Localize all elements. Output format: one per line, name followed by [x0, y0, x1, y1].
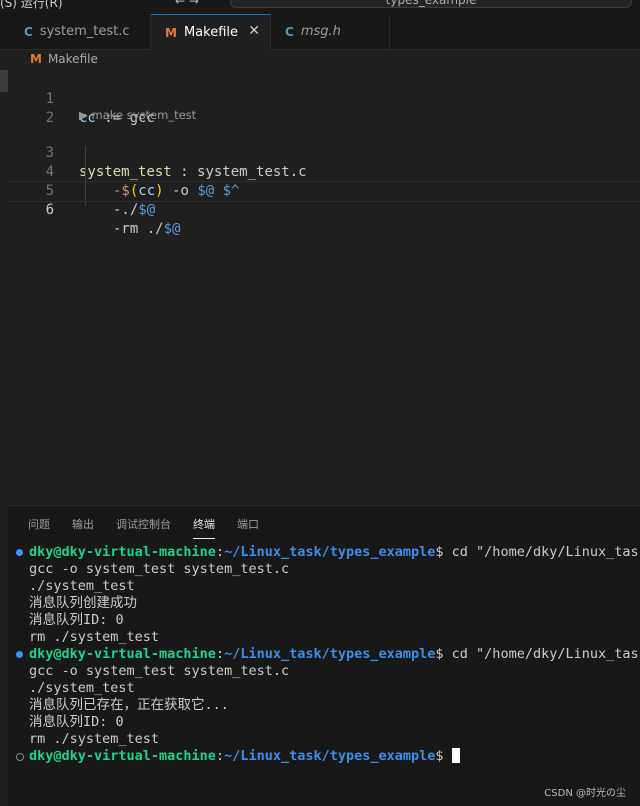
- codelens-label: make system_test: [91, 108, 197, 122]
- history-nav[interactable]: ← →: [175, 0, 199, 8]
- makefile-icon: M: [165, 25, 177, 40]
- terminal-user: dky@dky-virtual-machine: [29, 544, 216, 560]
- terminal-output-line: ./system_test: [29, 680, 135, 696]
- terminal-prompt-line: dky@dky-virtual-machine:~/Linux_task/typ…: [8, 748, 640, 765]
- tab-output[interactable]: 输出: [72, 516, 94, 538]
- command-decoration-icon[interactable]: [16, 549, 23, 556]
- code-line-3: 3 system_test : system_test.c: [8, 125, 640, 180]
- code-line-6: 6 -rm ./$@: [8, 181, 640, 237]
- terminal-output-line: 消息队列ID: 0: [29, 714, 124, 730]
- terminal-prompt-line: dky@dky-virtual-machine:~/Linux_task/typ…: [8, 544, 640, 561]
- tab-msg-h[interactable]: C msg.h: [271, 14, 390, 49]
- terminal-path: ~/Linux_task/types_example: [224, 646, 436, 662]
- automatic-var: $@: [138, 202, 156, 218]
- command-decoration-icon[interactable]: [16, 753, 24, 761]
- terminal-output-line: 消息队列已存在，正在获取它...: [29, 697, 229, 713]
- code-line-4: 4 -$(cc) -o $@ $^: [8, 144, 640, 199]
- terminal[interactable]: dky@dky-virtual-machine:~/Linux_task/typ…: [8, 544, 640, 765]
- c-header-icon: C: [285, 24, 294, 39]
- recipe-text: -rm ./: [113, 221, 164, 237]
- makefile-icon: M: [30, 52, 42, 66]
- code-editor[interactable]: 1 cc := gcc 2 ▶ make system_test 3 syste…: [8, 70, 640, 505]
- codelens-run-target[interactable]: ▶ make system_test: [79, 108, 196, 122]
- terminal-sep: :: [215, 748, 225, 764]
- terminal-prompt: $: [435, 544, 452, 560]
- terminal-output-line: rm ./system_test: [29, 629, 160, 645]
- terminal-command: cd "/home/dky/Linux_task/types_example/"…: [451, 646, 640, 662]
- tab-label: msg.h: [300, 24, 341, 39]
- command-decoration-icon[interactable]: [16, 651, 23, 658]
- terminal-user: dky@dky-virtual-machine: [29, 646, 216, 662]
- terminal-command: cd "/home/dky/Linux_task/types_example/"…: [451, 544, 640, 560]
- terminal-path: ~/Linux_task/types_example: [224, 544, 436, 560]
- terminal-output-line: gcc -o system_test system_test.c: [29, 663, 290, 679]
- title-bar: (S) 运行(R) ← → types_example: [0, 0, 640, 14]
- terminal-sep: :: [215, 646, 225, 662]
- terminal-output-line: 消息队列ID: 0: [29, 612, 124, 628]
- code-line-1: 1 cc := gcc: [8, 71, 640, 126]
- tab-label: system_test.c: [39, 24, 130, 39]
- terminal-prompt-line: dky@dky-virtual-machine:~/Linux_task/typ…: [8, 646, 640, 663]
- code-line-2: 2: [8, 90, 640, 126]
- menu-bar[interactable]: (S) 运行(R): [0, 0, 63, 11]
- breadcrumb-file[interactable]: Makefile: [48, 52, 98, 66]
- code-line-5: 5 -./$@: [8, 163, 640, 218]
- close-icon[interactable]: ✕: [248, 23, 260, 39]
- tab-system-test-c[interactable]: C system_test.c: [10, 14, 151, 49]
- terminal-output-line: rm ./system_test: [29, 731, 160, 747]
- play-icon: ▶: [79, 108, 88, 122]
- recipe-text: -./: [113, 202, 139, 218]
- tab-ports[interactable]: 端口: [237, 516, 259, 538]
- command-center[interactable]: types_example: [230, 0, 632, 8]
- terminal-user: dky@dky-virtual-machine: [29, 748, 216, 764]
- watermark: CSDN @时光の尘: [544, 788, 626, 799]
- tab-makefile[interactable]: M Makefile ✕: [151, 14, 271, 50]
- terminal-sep: :: [215, 544, 225, 560]
- terminal-cursor: [451, 748, 460, 763]
- panel-tabs: 问题 输出 调试控制台 终端 端口: [28, 516, 281, 539]
- tab-problems[interactable]: 问题: [28, 516, 50, 538]
- editor-tabs: C system_test.c M Makefile ✕ C msg.h: [0, 14, 640, 50]
- tab-terminal[interactable]: 终端: [193, 516, 215, 539]
- terminal-prompt: $: [435, 646, 452, 662]
- terminal-path: ~/Linux_task/types_example: [224, 748, 436, 764]
- c-file-icon: C: [24, 24, 33, 39]
- activity-indicator: [0, 70, 8, 92]
- tab-debug-console[interactable]: 调试控制台: [116, 516, 171, 538]
- terminal-prompt: $: [435, 748, 452, 764]
- terminal-output-line: gcc -o system_test system_test.c: [29, 561, 290, 577]
- bottom-panel: 问题 输出 调试控制台 终端 端口 dky@dky-virtual-machin…: [8, 505, 640, 806]
- automatic-var: $@: [163, 221, 181, 237]
- terminal-output-line: 消息队列创建成功: [29, 595, 137, 611]
- breadcrumb[interactable]: M Makefile: [30, 52, 98, 66]
- line-number: 6: [45, 202, 54, 218]
- tab-label: Makefile: [183, 25, 238, 40]
- terminal-output-line: ./system_test: [29, 578, 135, 594]
